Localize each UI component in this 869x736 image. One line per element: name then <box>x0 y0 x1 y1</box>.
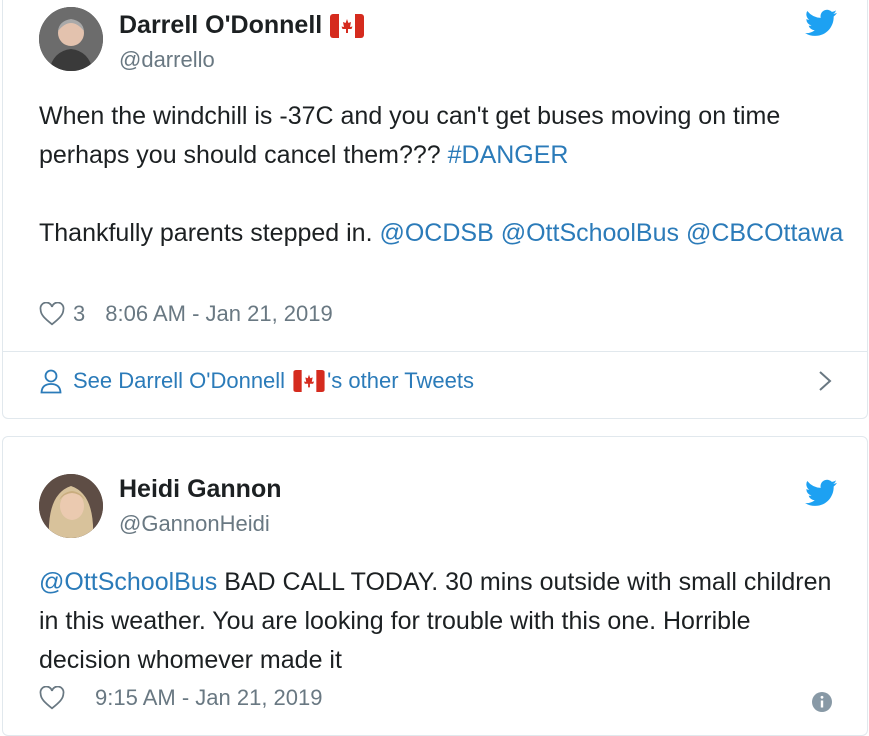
author-name-row[interactable]: Heidi Gannon <box>119 475 282 504</box>
chevron-right-icon[interactable] <box>817 369 833 393</box>
hashtag-link[interactable]: #DANGER <box>448 141 569 169</box>
author-name[interactable]: Darrell O'Donnell <box>119 11 322 40</box>
see-other-tweets-link[interactable]: See Darrell O'Donnell 's other Tweets <box>39 368 474 394</box>
see-more-suffix[interactable]: 's other Tweets <box>327 368 474 394</box>
author-name[interactable]: Heidi Gannon <box>119 475 282 504</box>
tweet-card: Darrell O'Donnell @darrello When the win… <box>2 0 868 419</box>
mention-link[interactable]: @CBCOttawa <box>686 219 843 247</box>
tweet-text: @OttSchoolBus BAD CALL TODAY. 30 mins ou… <box>39 563 849 680</box>
person-icon <box>39 368 63 394</box>
tweet-card: Heidi Gannon @GannonHeidi @OttSchoolBus … <box>2 436 868 736</box>
tweet-meta: 3 8:06 AM - Jan 21, 2019 <box>39 301 333 327</box>
tweet-meta: 9:15 AM - Jan 21, 2019 <box>39 685 323 711</box>
tweet-text-plain: When the windchill is -37C and you can't… <box>39 102 781 169</box>
tweet-text-plain: Thankfully parents stepped in. <box>39 219 380 247</box>
author-name-row[interactable]: Darrell O'Donnell <box>119 11 365 40</box>
avatar[interactable] <box>39 474 103 538</box>
see-more-prefix[interactable]: See Darrell O'Donnell <box>73 368 285 394</box>
timestamp[interactable]: 8:06 AM - Jan 21, 2019 <box>105 301 333 327</box>
avatar[interactable] <box>39 7 103 71</box>
divider <box>3 351 867 352</box>
canada-flag-icon <box>293 370 325 392</box>
mention-link[interactable]: @OCDSB <box>379 219 493 247</box>
tweet-text: When the windchill is -37C and you can't… <box>39 97 849 253</box>
info-icon[interactable] <box>811 691 833 713</box>
heart-icon[interactable] <box>39 686 65 710</box>
heart-icon[interactable] <box>39 302 65 326</box>
like-count[interactable]: 3 <box>73 301 85 327</box>
mention-link[interactable]: @OttSchoolBus <box>501 219 679 247</box>
twitter-bird-icon[interactable] <box>805 479 837 507</box>
timestamp[interactable]: 9:15 AM - Jan 21, 2019 <box>95 685 323 711</box>
canada-flag-icon <box>330 13 365 38</box>
author-handle[interactable]: @GannonHeidi <box>119 511 270 537</box>
author-handle[interactable]: @darrello <box>119 47 215 73</box>
mention-link[interactable]: @OttSchoolBus <box>39 568 217 596</box>
twitter-bird-icon[interactable] <box>805 9 837 37</box>
